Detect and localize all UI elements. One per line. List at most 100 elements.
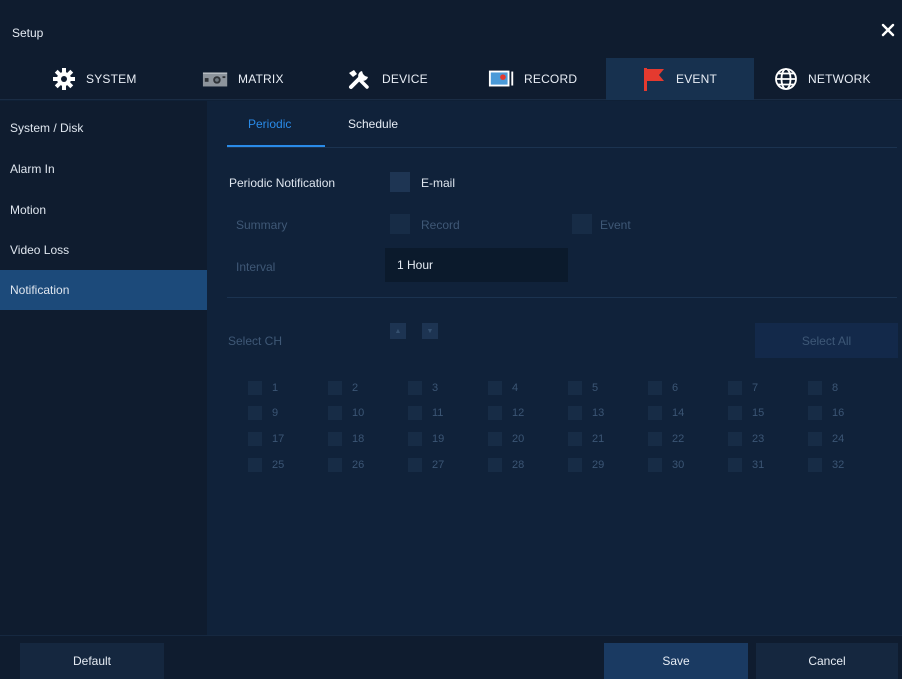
channel-checkbox-9[interactable]: 9	[248, 405, 278, 421]
sidebar-item-alarm-in[interactable]: Alarm In	[0, 149, 207, 189]
record-label: Record	[421, 218, 460, 232]
select-all-button[interactable]: Select All	[755, 323, 898, 358]
tab-network-label: NETWORK	[808, 72, 871, 86]
channel-checkbox-box[interactable]	[248, 432, 262, 446]
default-button[interactable]: Default	[20, 643, 164, 679]
channel-checkbox-box[interactable]	[648, 381, 662, 395]
subtab-periodic[interactable]: Periodic	[248, 117, 291, 131]
subtab-schedule[interactable]: Schedule	[348, 117, 398, 131]
channel-checkbox-5[interactable]: 5	[568, 380, 598, 396]
channel-checkbox-box[interactable]	[328, 432, 342, 446]
channel-checkbox-box[interactable]	[568, 381, 582, 395]
channel-checkbox-25[interactable]: 25	[248, 457, 284, 473]
sidebar-item-system-disk[interactable]: System / Disk	[0, 108, 207, 148]
channel-checkbox-32[interactable]: 32	[808, 457, 844, 473]
channel-checkbox-box[interactable]	[488, 381, 502, 395]
channel-checkbox-22[interactable]: 22	[648, 431, 684, 447]
channel-checkbox-box[interactable]	[328, 406, 342, 420]
channel-checkbox-box[interactable]	[488, 458, 502, 472]
sidebar-item-motion[interactable]: Motion	[0, 190, 207, 230]
channel-checkbox-box[interactable]	[648, 406, 662, 420]
channel-checkbox-21[interactable]: 21	[568, 431, 604, 447]
channel-checkbox-28[interactable]: 28	[488, 457, 524, 473]
channel-checkbox-box[interactable]	[408, 458, 422, 472]
tab-event[interactable]: EVENT	[606, 58, 754, 100]
channel-checkbox-box[interactable]	[808, 458, 822, 472]
channel-checkbox-27[interactable]: 27	[408, 457, 444, 473]
tab-system[interactable]: SYSTEM	[50, 58, 196, 100]
channel-checkbox-box[interactable]	[328, 458, 342, 472]
channel-checkbox-box[interactable]	[488, 406, 502, 420]
content-panel: Periodic Schedule Periodic Notification …	[207, 101, 902, 635]
channel-checkbox-17[interactable]: 17	[248, 431, 284, 447]
channel-page-down-button[interactable]: ▼	[422, 323, 438, 339]
channel-checkbox-box[interactable]	[648, 432, 662, 446]
channel-checkbox-box[interactable]	[568, 432, 582, 446]
channel-checkbox-24[interactable]: 24	[808, 431, 844, 447]
channel-checkbox-box[interactable]	[648, 458, 662, 472]
channel-checkbox-23[interactable]: 23	[728, 431, 764, 447]
channel-checkbox-16[interactable]: 16	[808, 405, 844, 421]
channel-checkbox-box[interactable]	[808, 381, 822, 395]
channel-checkbox-29[interactable]: 29	[568, 457, 604, 473]
tab-network[interactable]: NETWORK	[772, 58, 902, 100]
record-checkbox[interactable]	[390, 214, 410, 234]
channel-checkbox-box[interactable]	[728, 406, 742, 420]
event-checkbox[interactable]	[572, 214, 592, 234]
save-button[interactable]: Save	[604, 643, 748, 679]
channel-checkbox-15[interactable]: 15	[728, 405, 764, 421]
channel-checkbox-7[interactable]: 7	[728, 380, 758, 396]
channel-checkbox-13[interactable]: 13	[568, 405, 604, 421]
channel-number: 10	[352, 407, 365, 419]
channel-checkbox-19[interactable]: 19	[408, 431, 444, 447]
channel-number: 27	[432, 459, 445, 471]
channel-checkbox-box[interactable]	[728, 458, 742, 472]
tab-event-label: EVENT	[676, 72, 718, 86]
channel-checkbox-box[interactable]	[728, 381, 742, 395]
channel-checkbox-3[interactable]: 3	[408, 380, 438, 396]
channel-checkbox-box[interactable]	[408, 432, 422, 446]
channel-checkbox-2[interactable]: 2	[328, 380, 358, 396]
channel-checkbox-11[interactable]: 11	[408, 405, 443, 421]
tab-matrix[interactable]: MATRIX	[202, 58, 348, 100]
bottom-bar: Default Save Cancel	[0, 635, 902, 679]
channel-checkbox-box[interactable]	[408, 381, 422, 395]
channel-checkbox-box[interactable]	[568, 406, 582, 420]
channel-checkbox-box[interactable]	[248, 381, 262, 395]
channel-checkbox-1[interactable]: 1	[248, 380, 278, 396]
channel-checkbox-12[interactable]: 12	[488, 405, 524, 421]
channel-checkbox-box[interactable]	[728, 432, 742, 446]
sidebar-item-video-loss[interactable]: Video Loss	[0, 230, 207, 270]
channel-checkbox-18[interactable]: 18	[328, 431, 364, 447]
channel-checkbox-31[interactable]: 31	[728, 457, 764, 473]
gear-icon	[50, 68, 78, 90]
channel-checkbox-10[interactable]: 10	[328, 405, 364, 421]
channel-checkbox-box[interactable]	[488, 432, 502, 446]
sidebar-item-notification[interactable]: Notification	[0, 270, 207, 310]
channel-checkbox-box[interactable]	[328, 381, 342, 395]
email-checkbox[interactable]	[390, 172, 410, 192]
channel-checkbox-6[interactable]: 6	[648, 380, 678, 396]
channel-number: 31	[752, 459, 765, 471]
channel-checkbox-box[interactable]	[408, 406, 422, 420]
channel-checkbox-14[interactable]: 14	[648, 405, 684, 421]
channel-checkbox-box[interactable]	[808, 432, 822, 446]
cancel-button[interactable]: Cancel	[756, 643, 898, 679]
channel-checkbox-26[interactable]: 26	[328, 457, 364, 473]
setup-window: Setup SYSTEM MATRIX DEVICE RECORD EVENT …	[0, 0, 902, 679]
channel-checkbox-20[interactable]: 20	[488, 431, 524, 447]
channel-checkbox-30[interactable]: 30	[648, 457, 684, 473]
channel-checkbox-8[interactable]: 8	[808, 380, 838, 396]
channel-checkbox-4[interactable]: 4	[488, 380, 518, 396]
channel-checkbox-box[interactable]	[808, 406, 822, 420]
channel-checkbox-box[interactable]	[568, 458, 582, 472]
main-tab-bar: SYSTEM MATRIX DEVICE RECORD EVENT NETWOR…	[0, 58, 902, 100]
channel-page-up-button[interactable]: ▲	[390, 323, 406, 339]
channel-number: 23	[752, 433, 765, 445]
interval-select[interactable]: 1 Hour	[385, 248, 568, 282]
event-label: Event	[600, 218, 631, 232]
channel-checkbox-box[interactable]	[248, 458, 262, 472]
channel-checkbox-box[interactable]	[248, 406, 262, 420]
tab-device[interactable]: DEVICE	[346, 58, 492, 100]
close-icon[interactable]	[880, 22, 896, 38]
